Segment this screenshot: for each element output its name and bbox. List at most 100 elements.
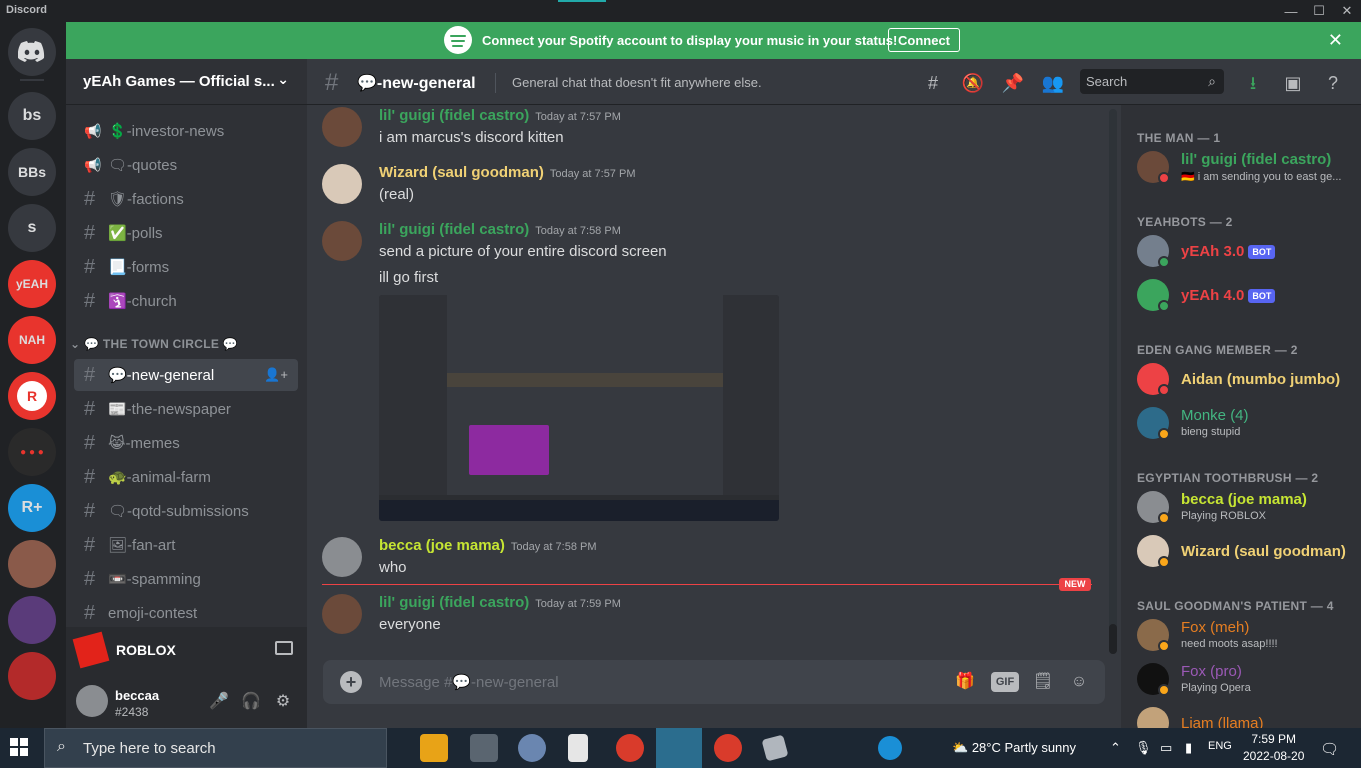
members-icon[interactable]: 👥 xyxy=(1041,71,1065,95)
mute-bell-icon[interactable]: 🔕 xyxy=(961,71,985,95)
avatar[interactable] xyxy=(76,685,108,717)
threads-icon[interactable]: # xyxy=(921,71,945,95)
emoji-icon[interactable]: ☺ xyxy=(1067,670,1091,694)
message-composer[interactable]: + Message #💬-new-general 🎁 GIF 🗒 ☺ xyxy=(323,660,1105,704)
member-item[interactable]: lil' guigi (fidel castro) 🇩🇪 i am sendin… xyxy=(1137,147,1357,187)
battery-icon[interactable]: ▮ xyxy=(1185,740,1192,756)
weather-widget[interactable]: ⛅ 28°C Partly sunny xyxy=(952,740,1076,756)
monitor-icon[interactable] xyxy=(275,641,293,655)
invite-icon[interactable]: 👤+ xyxy=(264,367,288,383)
gif-button[interactable]: GIF xyxy=(991,672,1019,692)
clock[interactable]: 7:59 PM 2022-08-20 xyxy=(1243,731,1304,765)
hashtag-icon: # xyxy=(84,567,96,590)
channel-spamming[interactable]: # 📼-spamming xyxy=(74,563,298,595)
scrollbar[interactable] xyxy=(1109,109,1117,654)
microphone-icon[interactable]: 🎙 xyxy=(1135,740,1152,756)
minimize-button[interactable]: — xyxy=(1277,0,1305,22)
category-town-circle[interactable]: ⌄ 💬 THE TOWN CIRCLE 💬 xyxy=(70,337,238,351)
user-panel: beccaa #2438 🎤 🎧 ⚙ xyxy=(66,673,307,728)
channel-memes[interactable]: # 😹-memes xyxy=(74,427,298,459)
channel-factions[interactable]: # 🛡-factions xyxy=(74,183,298,215)
avatar[interactable] xyxy=(322,221,362,261)
channel-animal-farm[interactable]: # 🐢-animal-farm xyxy=(74,461,298,493)
help-icon[interactable]: ? xyxy=(1321,71,1345,95)
guild-arsenal[interactable] xyxy=(8,540,56,588)
search-input[interactable]: Search ⌕ xyxy=(1080,69,1224,94)
notepad-icon[interactable] xyxy=(568,734,588,762)
message-author[interactable]: lil' guigi (fidel castro) Today at 7:59 P… xyxy=(379,594,621,611)
avatar[interactable] xyxy=(322,537,362,577)
home-button[interactable] xyxy=(8,28,56,76)
headphones-icon[interactable]: 🎧 xyxy=(240,691,262,713)
gear-icon[interactable]: ⚙ xyxy=(272,691,294,713)
channel-church[interactable]: # 🛐-church xyxy=(74,285,298,317)
guild-s[interactable]: s xyxy=(8,204,56,252)
gift-icon[interactable]: 🎁 xyxy=(953,670,977,694)
calculator-icon[interactable] xyxy=(470,734,498,762)
help-icon[interactable] xyxy=(878,736,902,760)
message-author[interactable]: lil' guigi (fidel castro) Today at 7:57 P… xyxy=(379,107,621,124)
taskbar-search-input[interactable]: ⌕ Type here to search xyxy=(44,728,387,768)
member-item[interactable]: yEAh 3.0 BOT xyxy=(1137,231,1357,271)
sticker-icon[interactable]: 🗒 xyxy=(1031,670,1055,694)
member-item[interactable]: Liam (llama) xyxy=(1137,703,1357,728)
message-text: (real) xyxy=(379,186,415,203)
chrome-icon[interactable] xyxy=(616,734,644,762)
member-item[interactable]: Wizard (saul goodman) xyxy=(1137,531,1357,571)
guild-sky[interactable] xyxy=(8,596,56,644)
mute-mic-icon[interactable]: 🎤 xyxy=(208,691,230,713)
chrome-icon[interactable] xyxy=(714,734,742,762)
avatar[interactable] xyxy=(322,107,362,147)
message-input[interactable]: Message #💬-new-general xyxy=(379,673,559,691)
connect-button[interactable]: Connect xyxy=(888,28,960,52)
member-item[interactable]: Aidan (mumbo jumbo) xyxy=(1137,359,1357,399)
channel-forms[interactable]: # 📃-forms xyxy=(74,251,298,283)
channel-emoji-contest[interactable]: # emoji-contest xyxy=(74,597,298,629)
channel-the-newspaper[interactable]: # 📰-the-newspaper xyxy=(74,393,298,425)
avatar[interactable] xyxy=(322,594,362,634)
member-item[interactable]: Fox (pro) Playing Opera xyxy=(1137,659,1357,699)
member-item[interactable]: yEAh 4.0 BOT xyxy=(1137,275,1357,315)
guild-dots[interactable]: ● ● ● xyxy=(8,428,56,476)
channel-quotes[interactable]: 📢 🗨-quotes xyxy=(74,149,298,181)
download-icon[interactable]: ⭳ xyxy=(1241,71,1265,95)
roblox-icon[interactable] xyxy=(761,734,789,762)
member-item[interactable]: Fox (meh) need moots asap!!!! xyxy=(1137,615,1357,655)
file-explorer-icon[interactable] xyxy=(420,734,448,762)
guild-roblox[interactable]: R xyxy=(8,372,56,420)
guild-nah[interactable]: NAH xyxy=(8,316,56,364)
message-author[interactable]: becca (joe mama) Today at 7:58 PM xyxy=(379,537,597,554)
guild-bs[interactable]: bs xyxy=(8,92,56,140)
channel-polls[interactable]: # ✅-polls xyxy=(74,217,298,249)
language-indicator[interactable]: ENG xyxy=(1208,740,1232,752)
activity-label: ROBLOX xyxy=(116,642,176,658)
channel-investor-news[interactable]: 📢 💲-investor-news xyxy=(74,115,298,147)
attached-image[interactable] xyxy=(379,295,779,521)
message-timestamp: Today at 7:57 PM xyxy=(549,168,636,180)
upload-plus-icon[interactable]: + xyxy=(340,671,362,693)
avatar[interactable] xyxy=(322,164,362,204)
close-window-button[interactable]: ✕ xyxy=(1333,0,1361,22)
guild-bbs[interactable]: BBs xyxy=(8,148,56,196)
channel-fan-art[interactable]: # 🖼-fan-art xyxy=(74,529,298,561)
member-item[interactable]: becca (joe mama) Playing ROBLOX xyxy=(1137,487,1357,527)
notifications-icon[interactable]: 🗨 xyxy=(1320,740,1339,758)
message-author[interactable]: lil' guigi (fidel castro) Today at 7:58 P… xyxy=(379,221,621,238)
message-author[interactable]: Wizard (saul goodman) Today at 7:57 PM xyxy=(379,164,635,181)
maximize-button[interactable]: ☐ xyxy=(1305,0,1333,22)
discord-taskbar-icon[interactable] xyxy=(656,728,702,768)
chevron-up-icon[interactable]: ⌃ xyxy=(1110,740,1121,756)
guild-r-plus[interactable]: R+ xyxy=(8,484,56,532)
guild-yeah[interactable]: yEAH xyxy=(8,260,56,308)
close-banner-icon[interactable]: ✕ xyxy=(1328,30,1343,51)
pin-icon[interactable]: 📌 xyxy=(1001,71,1025,95)
windows-start-icon[interactable] xyxy=(10,738,28,756)
channel-qotd-submissions[interactable]: # 🗨-qotd-submissions xyxy=(74,495,298,527)
server-header[interactable]: yEAh Games — Official s... ⌄ xyxy=(66,59,307,105)
guild-circles[interactable] xyxy=(8,652,56,700)
monitor-icon[interactable]: ▭ xyxy=(1160,740,1172,756)
inbox-icon[interactable]: ▣ xyxy=(1281,71,1305,95)
paint-icon[interactable] xyxy=(518,734,546,762)
channel-new-general[interactable]: # 💬-new-general 👤+ xyxy=(74,359,298,391)
member-item[interactable]: Monke (4) bieng stupid xyxy=(1137,403,1357,443)
